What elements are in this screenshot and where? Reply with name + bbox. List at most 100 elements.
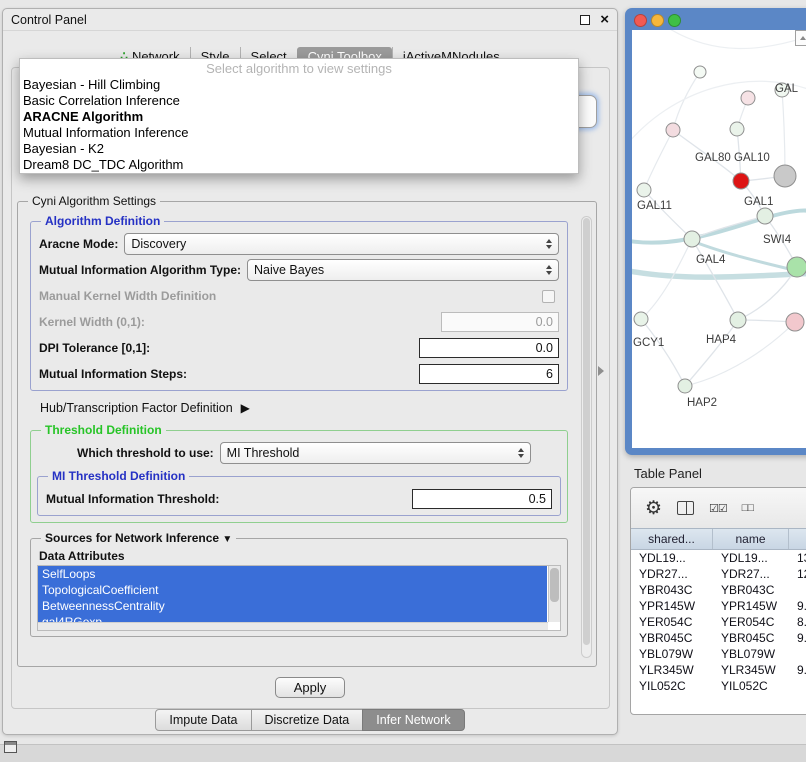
algorithm-popup-item[interactable]: Bayesian - K2 xyxy=(20,141,578,157)
network-node-label: GAL4 xyxy=(696,254,726,266)
canvas-scroll-up-icon[interactable] xyxy=(795,30,806,46)
docked-panel-icon[interactable] xyxy=(4,741,17,753)
network-node[interactable] xyxy=(774,165,796,187)
network-edge[interactable] xyxy=(673,72,700,130)
algorithm-popup-item[interactable]: Bayesian - Hill Climbing xyxy=(20,77,578,93)
network-edge[interactable] xyxy=(685,322,795,386)
table-toolbar: ⚙ ☑☑ □□ xyxy=(631,488,806,528)
table-row[interactable]: YBR045CYBR045C9. xyxy=(631,630,806,646)
data-attributes-list[interactable]: SelfLoopsTopologicalCoefficientBetweenne… xyxy=(37,565,561,631)
data-attribute-item[interactable]: BetweennessCentrality xyxy=(38,598,547,614)
cyni-algorithm-settings-title: Cyni Algorithm Settings xyxy=(28,194,160,208)
network-edge[interactable] xyxy=(662,30,806,49)
threshold-definition-group: Threshold Definition Which threshold to … xyxy=(30,423,568,523)
network-node[interactable] xyxy=(741,91,755,105)
settings-scrollbar[interactable] xyxy=(581,216,592,658)
table-row[interactable]: YIL052CYIL052C xyxy=(631,678,806,694)
network-canvas[interactable]: GALGAL80GAL10GAL11GAL1SWI4GAL4GCY1HAP4HA… xyxy=(632,30,806,448)
network-edge[interactable] xyxy=(632,270,806,277)
kernel-width-label: Kernel Width (0,1): xyxy=(39,315,145,329)
minimize-traffic-light[interactable] xyxy=(651,14,664,27)
table-row[interactable]: YDL19...YDL19...13 xyxy=(631,550,806,566)
network-edge[interactable] xyxy=(641,319,685,386)
table-row[interactable]: YBL079WYBL079W xyxy=(631,646,806,662)
table-panel-window: ⚙ ☑☑ □□ shared... name YDL19...YDL19...1… xyxy=(630,487,806,715)
network-node[interactable] xyxy=(637,183,651,197)
stepper-icon xyxy=(510,448,524,458)
algorithm-popup-item[interactable]: ARACNE Algorithm xyxy=(20,109,578,125)
dpi-tolerance-field[interactable]: 0.0 xyxy=(419,338,559,358)
column-header-name[interactable]: name xyxy=(713,529,789,549)
float-window-icon[interactable] xyxy=(580,15,590,25)
network-node[interactable] xyxy=(730,312,746,328)
table-cell: 9. xyxy=(789,663,806,677)
network-edge[interactable] xyxy=(644,190,692,239)
deselect-all-boxes-icon[interactable]: □□ xyxy=(742,502,753,514)
manual-kernel-checkbox[interactable] xyxy=(542,290,555,303)
network-edge[interactable] xyxy=(782,90,785,176)
aracne-mode-select[interactable]: Discovery xyxy=(124,233,559,255)
stepper-icon xyxy=(538,265,552,275)
gear-icon[interactable]: ⚙ xyxy=(645,497,662,520)
mi-threshold-definition-group: MI Threshold Definition Mutual Informati… xyxy=(37,469,561,516)
columns-icon[interactable] xyxy=(677,501,694,515)
table-cell: 8. xyxy=(789,615,806,629)
close-traffic-light[interactable] xyxy=(634,14,647,27)
data-attribute-item[interactable]: TopologicalCoefficient xyxy=(38,582,547,598)
column-header-cut[interactable] xyxy=(789,529,806,549)
network-edge[interactable] xyxy=(644,130,673,190)
network-node[interactable] xyxy=(684,231,700,247)
table-cell: YBR045C xyxy=(631,631,713,645)
table-cell: YDR27... xyxy=(713,567,789,581)
network-node[interactable] xyxy=(634,312,648,326)
table-cell: YBL079W xyxy=(631,647,713,661)
network-node[interactable] xyxy=(733,173,749,189)
list-horizontal-scrollbar[interactable] xyxy=(38,622,548,630)
kernel-width-field[interactable]: 0.0 xyxy=(441,312,559,332)
which-threshold-row: Which threshold to use: MI Threshold xyxy=(35,441,563,465)
algorithm-popup-item[interactable]: Dream8 DC_TDC Algorithm xyxy=(20,157,578,173)
zoom-traffic-light[interactable] xyxy=(668,14,681,27)
algorithm-popup-item[interactable]: Basic Correlation Inference xyxy=(20,93,578,109)
select-all-checks-icon[interactable]: ☑☑ xyxy=(709,502,727,515)
network-node[interactable] xyxy=(678,379,692,393)
mi-type-select[interactable]: Naive Bayes xyxy=(247,259,559,281)
table-row[interactable]: YDR27...YDR27...12 xyxy=(631,566,806,582)
hub-definition-toggle[interactable]: Hub/Transcription Factor Definition ▶ xyxy=(40,401,564,415)
network-node[interactable] xyxy=(757,208,773,224)
algorithm-popup-item[interactable]: Mutual Information Inference xyxy=(20,125,578,141)
bottom-tab-discretize-data[interactable]: Discretize Data xyxy=(251,709,364,731)
network-edge[interactable] xyxy=(685,320,738,386)
panel-collapse-handle-icon[interactable] xyxy=(598,366,604,376)
network-node[interactable] xyxy=(694,66,706,78)
table-cell: YLR345W xyxy=(713,663,789,677)
mi-threshold-field[interactable]: 0.5 xyxy=(412,489,552,509)
list-vertical-scrollbar[interactable] xyxy=(548,566,560,622)
network-node[interactable] xyxy=(787,257,806,277)
bottom-tab-infer-network[interactable]: Infer Network xyxy=(362,709,464,731)
table-row[interactable]: YBR043CYBR043C xyxy=(631,582,806,598)
network-node[interactable] xyxy=(730,122,744,136)
bottom-tab-impute-data[interactable]: Impute Data xyxy=(155,709,251,731)
dpi-tolerance-row: DPI Tolerance [0,1]: 0.0 xyxy=(35,336,563,360)
table-row[interactable]: YPR145WYPR145W9. xyxy=(631,598,806,614)
network-node[interactable] xyxy=(666,123,680,137)
network-canvas-wrap[interactable]: GALGAL80GAL10GAL11GAL1SWI4GAL4GCY1HAP4HA… xyxy=(632,30,806,448)
hub-definition-label: Hub/Transcription Factor Definition xyxy=(40,401,233,415)
table-cell: YBR045C xyxy=(713,631,789,645)
table-cell: YLR345W xyxy=(631,663,713,677)
stepper-icon xyxy=(538,239,552,249)
table-row[interactable]: YER054CYER054C8. xyxy=(631,614,806,630)
data-attribute-item[interactable]: SelfLoops xyxy=(38,566,547,582)
which-threshold-label: Which threshold to use: xyxy=(77,446,214,460)
network-node[interactable] xyxy=(786,313,804,331)
mi-steps-field[interactable]: 6 xyxy=(419,364,559,384)
close-icon[interactable]: × xyxy=(600,11,609,29)
table-cell: YPR145W xyxy=(631,599,713,613)
apply-button[interactable]: Apply xyxy=(275,677,345,698)
column-header-shared-name[interactable]: shared... xyxy=(631,529,713,549)
algorithm-popup-list: Bayesian - Hill ClimbingBasic Correlatio… xyxy=(20,77,578,173)
sources-title[interactable]: Sources for Network Inference ▼ xyxy=(41,531,236,545)
which-threshold-select[interactable]: MI Threshold xyxy=(220,442,531,464)
table-row[interactable]: YLR345WYLR345W9. xyxy=(631,662,806,678)
